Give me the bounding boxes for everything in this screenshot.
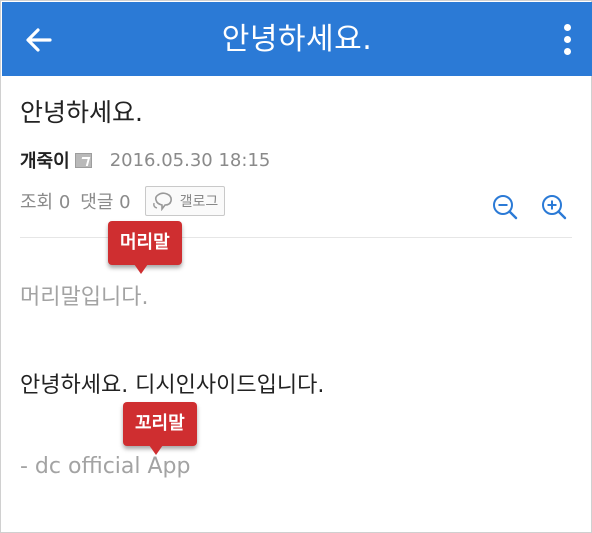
gallog-button[interactable]: 갤로그: [144, 186, 226, 216]
post-meta: 개죽이 2016.05.30 18:15: [20, 147, 270, 173]
screen-frame: 안녕하세요. 안녕하세요. 개죽이 2016.05.30 18:15 조회 0 …: [0, 0, 592, 533]
comment-count[interactable]: 댓글 0: [80, 188, 130, 214]
author-name[interactable]: 개죽이: [20, 147, 70, 173]
more-vertical-icon-dot: [563, 24, 571, 31]
zoom-out-button[interactable]: [491, 193, 519, 221]
post-date: 2016.05.30 18:15: [109, 149, 271, 171]
footer-callout-tag: 꼬리말: [123, 402, 197, 455]
post-footer-text: - dc official App: [20, 454, 191, 479]
app-bar-title: 안녕하세요.: [221, 22, 373, 57]
app-bar: 안녕하세요.: [2, 2, 592, 76]
zoom-in-button[interactable]: [540, 193, 568, 221]
content-divider: [20, 237, 572, 238]
header-callout-tag: 머리말: [108, 221, 182, 274]
post-header-text: 머리말입니다.: [20, 285, 149, 310]
more-menu-button[interactable]: [562, 24, 572, 56]
zoom-in-icon: [542, 195, 567, 220]
post-body-text: 안녕하세요. 디시인사이드입니다.: [20, 373, 325, 398]
gallog-icon: [152, 192, 172, 211]
more-vertical-icon-dot: [563, 36, 571, 43]
fixed-nick-badge-icon: [74, 152, 92, 168]
post-stats: 조회 0 댓글 0 갤로그: [20, 186, 226, 216]
more-vertical-icon-dot: [563, 48, 571, 55]
gallog-label: 갤로그: [179, 194, 219, 210]
post-title: 안녕하세요.: [20, 98, 143, 127]
view-count: 조회 0: [20, 192, 71, 213]
zoom-out-icon: [493, 195, 518, 220]
